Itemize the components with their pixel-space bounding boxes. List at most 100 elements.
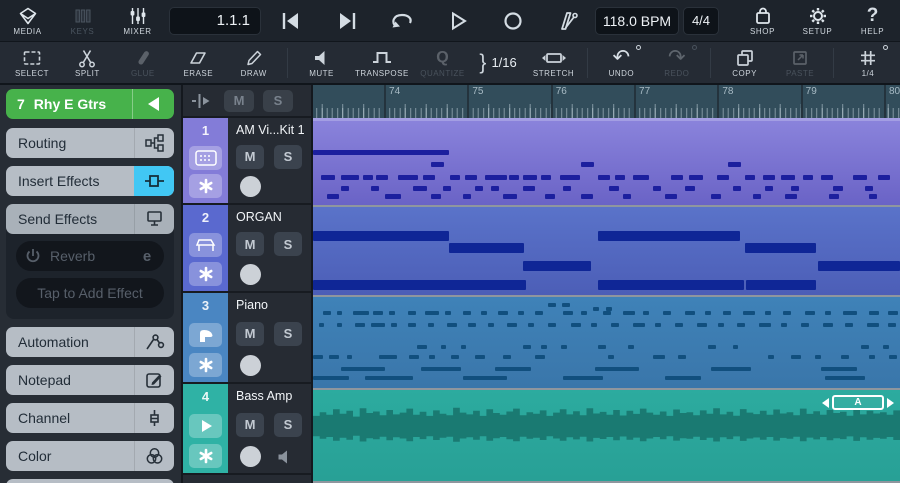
track-2-region[interactable]	[313, 207, 900, 295]
quantize-value-selector[interactable]: }1/16	[476, 42, 520, 84]
add-effect-button[interactable]: Tap to Add Effect	[16, 278, 164, 308]
track-4-freeze-button[interactable]	[189, 444, 222, 468]
metronome-button[interactable]	[549, 3, 589, 39]
track-1-region[interactable]	[313, 118, 900, 205]
insert-effects-section[interactable]: Insert Effects	[6, 166, 174, 196]
color-section[interactable]: Color	[6, 441, 174, 471]
global-solo-button[interactable]: S	[263, 90, 293, 112]
track-list-header: M S	[183, 85, 311, 118]
select-tool[interactable]: SELECT	[10, 42, 54, 84]
track-1-number: 1	[202, 121, 209, 141]
collapse-inspector-button[interactable]	[132, 89, 174, 119]
color-icon	[134, 441, 174, 471]
transpose-tool[interactable]: TRANSPOSE	[355, 42, 409, 84]
track-4-number: 4	[202, 387, 209, 407]
effect-slot-reverb[interactable]: Reverb e	[16, 241, 164, 271]
track-row-1[interactable]: 1 AM Vi...Kit 1 MS	[183, 118, 311, 205]
copy-icon	[735, 48, 755, 68]
redo-button[interactable]: ↷ REDO	[655, 42, 699, 84]
track-2-record-arm-button[interactable]	[240, 264, 261, 285]
help-button[interactable]: ? HELP	[845, 1, 900, 41]
track-1-mute-button[interactable]: M	[236, 145, 264, 169]
go-to-start-button[interactable]	[271, 3, 311, 39]
track-3-mute-button[interactable]: M	[236, 322, 264, 346]
track-1-instrument-button[interactable]	[189, 146, 222, 170]
track-row-2[interactable]: 2 ORGAN MS	[183, 205, 311, 293]
track-3-solo-button[interactable]: S	[274, 322, 302, 346]
track-row-3[interactable]: 3 Piano MS	[183, 293, 311, 384]
shop-button[interactable]: SHOP	[735, 1, 790, 41]
time-signature-display[interactable]: 4/4	[683, 7, 719, 35]
global-mute-button[interactable]: M	[224, 90, 254, 112]
track-2-freeze-button[interactable]	[189, 262, 222, 286]
grid-badge	[883, 45, 888, 50]
split-tool[interactable]: SPLIT	[65, 42, 109, 84]
track-2-color-strip[interactable]: 2	[183, 205, 228, 291]
track-4-record-arm-button[interactable]	[240, 446, 261, 467]
track-4-audio-button[interactable]	[189, 414, 222, 438]
edit-toolbar: SELECT SPLIT GLUE ERASE DRAW MUTE TRANSP…	[0, 42, 900, 85]
track-4-audio-region[interactable]: A	[313, 390, 900, 481]
paste-button[interactable]: PASTE	[778, 42, 822, 84]
hidden-section-partial[interactable]	[6, 479, 174, 483]
mute-tool[interactable]: MUTE	[300, 42, 344, 84]
track-row-4[interactable]: 4 Bass Amp MS	[183, 384, 311, 475]
track-1-color-strip[interactable]: 1	[183, 118, 228, 203]
play-button[interactable]	[438, 3, 478, 39]
send-effects-group: Send Effects Reverb e Tap to Add Effect	[6, 204, 174, 319]
power-icon[interactable]	[16, 247, 50, 265]
track-1-solo-button[interactable]: S	[274, 145, 302, 169]
keys-label: KEYS	[71, 27, 95, 36]
grid-value-selector[interactable]: 1/4	[846, 42, 890, 84]
glue-tool[interactable]: GLUE	[121, 42, 165, 84]
go-to-end-button[interactable]	[327, 3, 367, 39]
cycle-button[interactable]	[382, 3, 422, 39]
erase-tool[interactable]: ERASE	[176, 42, 220, 84]
follow-playhead-icon[interactable]	[189, 91, 215, 111]
track-2-mute-button[interactable]: M	[236, 232, 264, 256]
quantize-brace-icon: }	[479, 51, 486, 75]
stretch-tool[interactable]: STRETCH	[532, 42, 576, 84]
channel-section[interactable]: Channel	[6, 403, 174, 433]
setup-button[interactable]: SETUP	[790, 1, 845, 41]
effect-edit-button[interactable]: e	[130, 248, 164, 265]
routing-section[interactable]: Routing	[6, 128, 174, 158]
asterisk-icon	[198, 266, 214, 282]
undo-button[interactable]: ↶ UNDO	[599, 42, 643, 84]
asterisk-icon	[198, 178, 214, 194]
mixer-button[interactable]: MIXER	[110, 1, 165, 41]
keys-button[interactable]: KEYS	[55, 1, 110, 41]
track-3-region[interactable]	[313, 297, 900, 388]
audio-event-label[interactable]: A	[832, 395, 884, 410]
track-3-color-strip[interactable]: 3	[183, 293, 228, 382]
toolbar-divider	[287, 48, 288, 78]
trim-right-icon[interactable]	[887, 398, 894, 408]
track-1-record-arm-button[interactable]	[240, 176, 261, 197]
audio-event-handle[interactable]: A	[822, 395, 894, 410]
selected-track-header[interactable]: 7 Rhy E Gtrs	[6, 89, 174, 119]
track-2-instrument-button[interactable]	[189, 233, 222, 257]
tempo-display[interactable]: 118.0 BPM	[595, 7, 679, 35]
quantize-tool[interactable]: Q QUANTIZE	[420, 42, 464, 84]
track-list: M S 1 AM Vi...Kit 1 MS 2 ORG	[183, 85, 313, 483]
track-1-freeze-button[interactable]	[189, 174, 222, 198]
record-button[interactable]	[493, 3, 533, 39]
automation-section[interactable]: Automation	[6, 327, 174, 357]
track-4-mute-button[interactable]: M	[236, 413, 264, 437]
draw-tool[interactable]: DRAW	[232, 42, 276, 84]
send-effects-section[interactable]: Send Effects	[6, 204, 174, 234]
track-3-freeze-button[interactable]	[189, 353, 222, 377]
shop-label: SHOP	[750, 27, 775, 36]
copy-button[interactable]: COPY	[723, 42, 767, 84]
track-3-instrument-button[interactable]	[189, 323, 222, 347]
timeline-ruler[interactable]: 74757677787980	[313, 85, 900, 118]
trim-left-icon[interactable]	[822, 398, 829, 408]
track-4-color-strip[interactable]: 4	[183, 384, 228, 473]
track-2-solo-button[interactable]: S	[274, 232, 302, 256]
track-4-solo-button[interactable]: S	[274, 413, 302, 437]
notepad-section[interactable]: Notepad	[6, 365, 174, 395]
track-4-monitor-button[interactable]	[271, 449, 299, 465]
track-3-record-arm-button[interactable]	[240, 355, 261, 376]
position-display[interactable]: 1.1.1	[169, 7, 261, 35]
media-button[interactable]: MEDIA	[0, 1, 55, 41]
